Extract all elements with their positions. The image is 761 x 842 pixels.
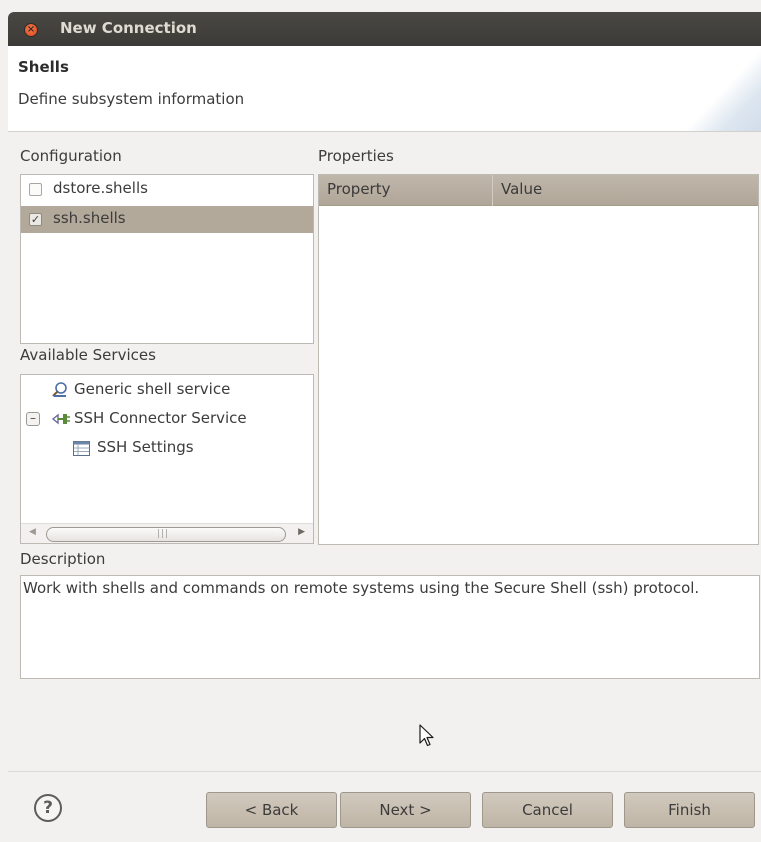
close-icon[interactable]: × [24, 23, 38, 37]
configuration-list[interactable]: dstore.shells ✓ ssh.shells [20, 174, 314, 344]
column-header-value[interactable]: Value [501, 180, 542, 198]
header-decoration [655, 46, 761, 131]
description-label: Description [20, 550, 106, 568]
config-item-label: ssh.shells [53, 209, 126, 227]
page-title: Shells [18, 58, 69, 76]
properties-table[interactable]: Property Value [318, 174, 759, 545]
configuration-label: Configuration [20, 147, 122, 165]
config-item-label: dstore.shells [53, 179, 148, 197]
tree-item-generic-shell-service[interactable]: Generic shell service [74, 380, 230, 398]
window-title: New Connection [60, 19, 197, 37]
tree-item-ssh-connector-service[interactable]: SSH Connector Service [74, 409, 247, 427]
column-header-property[interactable]: Property [327, 180, 390, 198]
collapse-toggle[interactable]: – [26, 412, 40, 426]
description-text: Work with shells and commands on remote … [23, 579, 700, 597]
checkbox[interactable] [29, 183, 42, 196]
button-bar-separator [8, 771, 761, 772]
horizontal-scrollbar[interactable]: ◀ ||| ▶ [21, 523, 313, 543]
scroll-right-icon[interactable]: ▶ [298, 527, 305, 537]
cancel-button[interactable]: Cancel [482, 792, 613, 828]
scroll-left-icon[interactable]: ◀ [29, 527, 36, 537]
description-box: Work with shells and commands on remote … [20, 575, 760, 679]
available-services-label: Available Services [20, 346, 156, 364]
wizard-header: Shells Define subsystem information [8, 46, 761, 132]
back-button[interactable]: < Back [206, 792, 337, 828]
config-item-dstore-shells[interactable]: dstore.shells [21, 176, 313, 203]
tree-item-ssh-settings[interactable]: SSH Settings [97, 438, 194, 456]
page-description: Define subsystem information [18, 90, 245, 108]
services-tree[interactable]: Generic shell service – SSH Connector Se… [20, 374, 314, 544]
properties-label: Properties [318, 147, 394, 165]
properties-table-header: Property Value [319, 175, 758, 206]
settings-table-icon [73, 441, 90, 456]
grip-icon: ||| [157, 529, 170, 539]
scrollbar-thumb[interactable]: ||| [46, 527, 286, 542]
column-divider[interactable] [492, 175, 493, 206]
help-button[interactable]: ? [34, 794, 62, 822]
shell-service-icon [52, 382, 67, 397]
connector-service-icon [51, 413, 70, 425]
next-button[interactable]: Next > [340, 792, 471, 828]
title-bar: × New Connection [8, 12, 761, 46]
checkbox[interactable]: ✓ [29, 213, 42, 226]
config-item-ssh-shells[interactable]: ✓ ssh.shells [21, 206, 313, 233]
finish-button[interactable]: Finish [624, 792, 755, 828]
mouse-pointer-icon [419, 724, 434, 747]
